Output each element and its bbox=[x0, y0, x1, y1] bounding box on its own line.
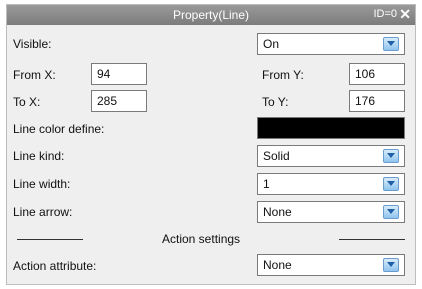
close-icon[interactable]: ✕ bbox=[399, 6, 411, 23]
line-arrow-value: None bbox=[263, 205, 292, 219]
chevron-down-icon[interactable] bbox=[383, 258, 399, 272]
line-width-label: Line width: bbox=[13, 177, 71, 191]
line-arrow-select[interactable]: None bbox=[257, 201, 405, 223]
line-kind-value: Solid bbox=[263, 149, 290, 163]
line-kind-select[interactable]: Solid bbox=[257, 145, 405, 167]
chevron-down-icon[interactable] bbox=[383, 37, 399, 51]
to-y-label: To Y: bbox=[262, 95, 289, 109]
visible-label: Visible: bbox=[13, 37, 52, 51]
line-width-value: 1 bbox=[263, 177, 270, 191]
action-attribute-select[interactable]: None bbox=[257, 254, 405, 276]
title-bar[interactable]: Property(Line) ID=0 ✕ bbox=[7, 5, 415, 25]
line-color-swatch[interactable] bbox=[257, 117, 405, 139]
separator-right bbox=[339, 239, 405, 240]
line-width-select[interactable]: 1 bbox=[257, 173, 405, 195]
from-x-label: From X: bbox=[13, 68, 56, 82]
separator-left bbox=[17, 239, 83, 240]
from-y-label: From Y: bbox=[262, 68, 304, 82]
action-attribute-label: Action attribute: bbox=[13, 259, 97, 273]
chevron-down-icon[interactable] bbox=[383, 149, 399, 163]
to-x-label: To X: bbox=[13, 95, 41, 109]
line-arrow-label: Line arrow: bbox=[13, 205, 73, 219]
property-panel: Property(Line) ID=0 ✕ Visible: On From X… bbox=[6, 4, 416, 285]
to-y-field[interactable]: 176 bbox=[349, 90, 405, 112]
from-y-field[interactable]: 106 bbox=[349, 63, 405, 85]
visible-value: On bbox=[263, 37, 280, 51]
line-color-label: Line color define: bbox=[13, 122, 105, 136]
visible-select[interactable]: On bbox=[257, 33, 405, 55]
action-settings-heading: Action settings bbox=[162, 232, 241, 246]
from-x-field[interactable]: 94 bbox=[91, 63, 147, 85]
window-title: Property(Line) bbox=[172, 8, 250, 22]
line-kind-label: Line kind: bbox=[13, 149, 65, 163]
action-attribute-value: None bbox=[263, 258, 292, 272]
chevron-down-icon[interactable] bbox=[383, 205, 399, 219]
to-x-field[interactable]: 285 bbox=[91, 90, 147, 112]
id-label: ID=0 bbox=[373, 8, 397, 20]
chevron-down-icon[interactable] bbox=[383, 177, 399, 191]
